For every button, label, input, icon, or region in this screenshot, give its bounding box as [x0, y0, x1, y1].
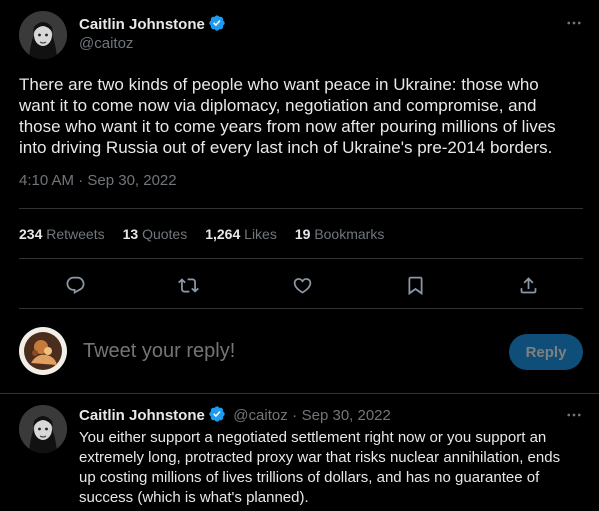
reply-more-options-button[interactable]	[564, 405, 584, 425]
author-avatar[interactable]	[19, 11, 67, 59]
share-action-button[interactable]	[516, 273, 540, 297]
likes-count: 1,264	[205, 226, 241, 242]
tweet-stats: 234 Retweets 13 Quotes 1,264 Likes 19 Bookm…	[19, 226, 402, 242]
divider	[0, 393, 599, 394]
bookmark-icon	[408, 276, 422, 295]
more-icon	[567, 413, 581, 417]
quotes-stat[interactable]: 13 Quotes	[123, 226, 188, 242]
divider	[19, 308, 583, 309]
reply-author-handle[interactable]: @caitoz	[233, 407, 287, 424]
tweet-text: There are two kinds of people who want p…	[19, 74, 594, 158]
reply-author-name[interactable]: Caitlin Johnstone	[79, 407, 205, 424]
reply-text-line: up costing millions of lives trillions o…	[79, 469, 540, 486]
reply-text-line: extremely long, protracted proxy war tha…	[79, 449, 561, 466]
likes-stat[interactable]: 1,264 Likes	[205, 226, 277, 242]
divider	[19, 258, 583, 259]
tweet-timestamp[interactable]: 4:10 AM · Sep 30, 2022	[19, 172, 177, 189]
user-avatar[interactable]	[19, 327, 67, 375]
tweet-text-line: those who want it to come years from now…	[19, 117, 556, 136]
quotes-count: 13	[122, 226, 139, 242]
reply-date[interactable]: Sep 30, 2022	[302, 407, 391, 424]
quotes-label: Quotes	[142, 226, 188, 242]
reply-separator: ·	[292, 407, 298, 424]
retweets-stat[interactable]: 234 Retweets	[19, 226, 105, 242]
retweet-icon	[177, 277, 199, 293]
reply-icon	[66, 276, 84, 294]
author-handle[interactable]: @caitoz	[79, 35, 133, 52]
reply-header: Caitlin Johnstone @caitoz · Sep 30, 2022	[79, 405, 391, 428]
like-action-button[interactable]	[290, 273, 314, 297]
reply-input[interactable]	[81, 339, 485, 364]
retweet-action-button[interactable]	[176, 273, 200, 297]
more-icon	[567, 21, 581, 25]
retweets-count: 234	[19, 226, 43, 242]
author-name[interactable]: Caitlin Johnstone	[79, 14, 226, 36]
reply-text-line: You either support a negotiated settleme…	[79, 429, 547, 446]
reply-author-avatar[interactable]	[19, 405, 67, 453]
bookmarks-label: Bookmarks	[314, 226, 385, 242]
verified-badge-icon	[208, 14, 226, 36]
author-name-text[interactable]: Caitlin Johnstone	[79, 16, 205, 33]
retweets-label: Retweets	[46, 226, 105, 242]
tweet-text-line: want it to come now via diplomacy, negot…	[19, 96, 537, 115]
reply-action-button[interactable]	[63, 273, 87, 297]
divider	[19, 208, 583, 209]
tweet-text-line: into driving Russia out of every last in…	[19, 138, 553, 157]
bookmark-action-button[interactable]	[403, 273, 427, 297]
bookmarks-count: 19	[294, 226, 311, 242]
likes-label: Likes	[244, 226, 277, 242]
more-options-button[interactable]	[564, 13, 584, 33]
tweet-text-line: There are two kinds of people who want p…	[19, 75, 539, 94]
reply-tweet-text: You either support a negotiated settleme…	[79, 428, 594, 508]
reply-text-line: success (which is what's planned).	[79, 489, 309, 506]
like-icon	[293, 277, 311, 294]
reply-button[interactable]: Reply	[509, 334, 583, 370]
share-icon	[520, 276, 536, 293]
bookmarks-stat[interactable]: 19 Bookmarks	[295, 226, 385, 242]
verified-badge-icon	[208, 405, 226, 428]
